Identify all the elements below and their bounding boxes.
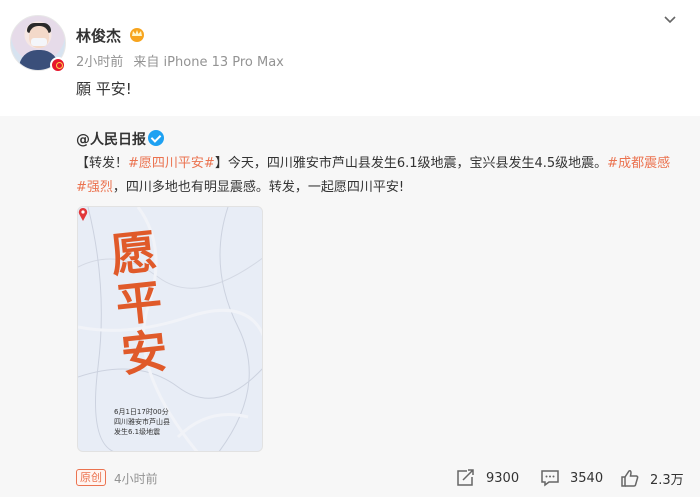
- original-tag[interactable]: 原创: [76, 469, 106, 486]
- like-count: 2.3万: [650, 472, 684, 488]
- repost-count: 9300: [486, 470, 520, 486]
- reposted-footer: 原创 4小时前 9300 3540 2.3万: [0, 463, 700, 493]
- repost-icon: [457, 469, 474, 486]
- comment-button[interactable]: 3540: [540, 467, 603, 489]
- post-text: 願 平安!: [76, 80, 132, 98]
- like-button[interactable]: 2.3万: [620, 467, 684, 489]
- reposted-text: 【转发！#愿四川平安#】今天，四川雅安市芦山县发生6.1级地震，宝兴县发生4.5…: [76, 156, 671, 195]
- reposted-author[interactable]: @人民日报: [76, 129, 146, 149]
- comment-count: 3540: [570, 470, 604, 486]
- post-time[interactable]: 2小时前: [76, 55, 123, 70]
- verified-icon: [148, 130, 164, 146]
- reposted-time[interactable]: 4小时前: [114, 470, 158, 487]
- crown-icon: [130, 28, 144, 42]
- repost-button[interactable]: 9300: [456, 467, 519, 489]
- post-meta: 2小时前 来自 iPhone 13 Pro Max: [76, 51, 290, 70]
- post-source: 来自 iPhone 13 Pro Max: [133, 55, 284, 70]
- like-icon: [621, 470, 639, 487]
- quake-info: 6月1日17时00分 四川雅安市芦山县 发生6.1级地震: [114, 408, 170, 436]
- weibo-post: 林俊杰 2小时前 来自 iPhone 13 Pro Max 願 平安! @人民日…: [0, 0, 700, 497]
- hashtag-link[interactable]: #成都震感: [607, 156, 670, 171]
- post-image[interactable]: 愿平安 6月1日17时00分 四川雅安市芦山县 发生6.1级地震: [77, 206, 263, 452]
- hashtag-link[interactable]: #愿四川平安#: [128, 156, 215, 171]
- map-pin-icon: [78, 208, 88, 221]
- author-name[interactable]: 林俊杰: [76, 25, 121, 46]
- comment-icon: [541, 470, 559, 487]
- verified-badge-icon: [50, 57, 66, 73]
- hashtag-link[interactable]: #强烈: [76, 180, 113, 195]
- chevron-down-icon[interactable]: [662, 12, 678, 28]
- reposted-card[interactable]: @人民日报 【转发！#愿四川平安#】今天，四川雅安市芦山县发生6.1级地震，宝兴…: [0, 116, 700, 497]
